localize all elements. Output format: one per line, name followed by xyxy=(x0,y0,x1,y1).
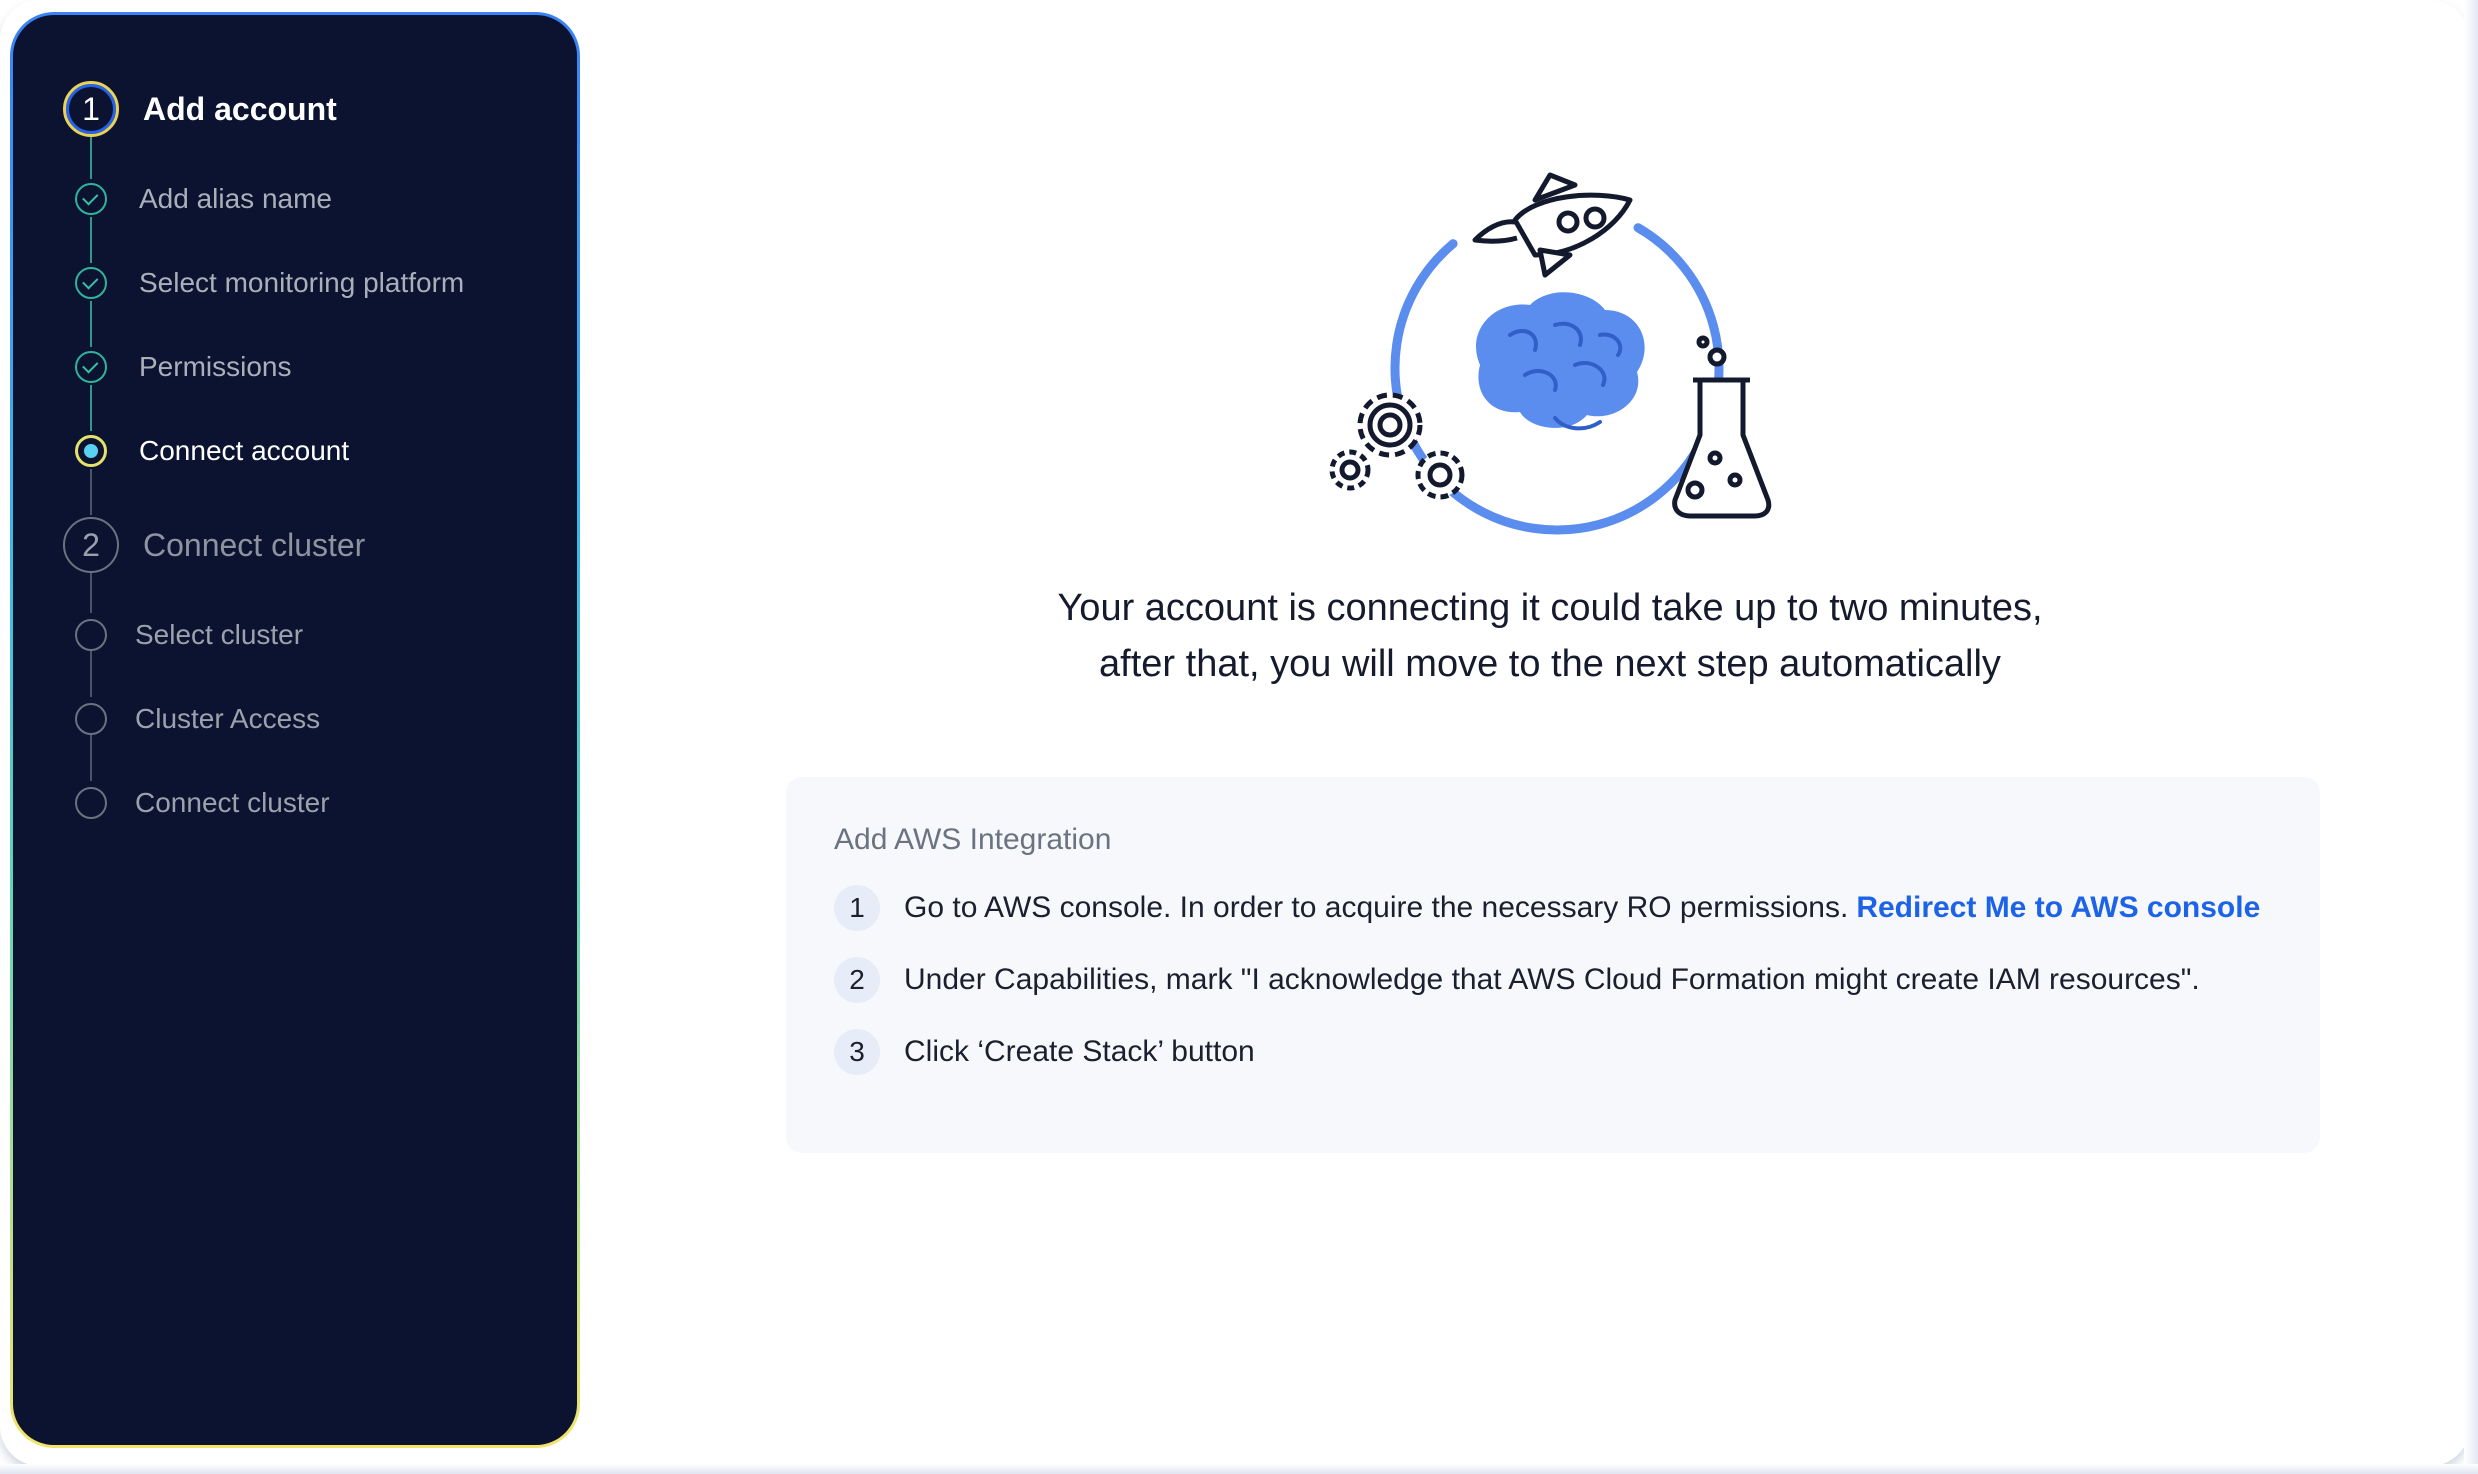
aws-integration-card: Add AWS Integration 1 Go to AWS console.… xyxy=(786,777,2320,1153)
connector-line xyxy=(90,571,92,613)
pending-step-icon xyxy=(75,619,107,651)
step-2-indicator: 2 xyxy=(63,517,119,573)
check-icon xyxy=(75,267,107,299)
step-number-badge: 1 xyxy=(834,885,880,931)
check-icon xyxy=(75,351,107,383)
step-number-badge: 2 xyxy=(834,957,880,1003)
stepper-sidebar: 1 Add account Add alias name Select moni… xyxy=(10,12,580,1448)
substep-cluster-access[interactable]: Cluster Access xyxy=(135,703,320,735)
connecting-message: Your account is connecting it could take… xyxy=(900,580,2200,692)
stepper-panel: 1 Add account Add alias name Select moni… xyxy=(13,15,577,1445)
window-edge xyxy=(2464,0,2478,1474)
substep-connect-cluster[interactable]: Connect cluster xyxy=(135,787,330,819)
message-line-1: Your account is connecting it could take… xyxy=(1057,587,2043,629)
connector-line xyxy=(90,137,92,179)
substep-select-monitoring-platform[interactable]: Select monitoring platform xyxy=(139,267,464,299)
redirect-aws-console-link[interactable]: Redirect Me to AWS console xyxy=(1856,891,2260,925)
instruction-text: Under Capabilities, mark "I acknowledge … xyxy=(904,963,2200,996)
current-step-icon xyxy=(75,435,107,467)
window-edge-bottom xyxy=(0,1464,2478,1474)
message-line-2: after that, you will move to the next st… xyxy=(1099,643,2001,685)
step-number-badge: 3 xyxy=(834,1029,880,1075)
substep-connect-account[interactable]: Connect account xyxy=(139,435,349,467)
instruction-text: Click ‘Create Stack’ button xyxy=(904,1035,1255,1068)
card-title: Add AWS Integration xyxy=(834,823,1112,856)
rocket-icon xyxy=(1472,172,1633,278)
pending-step-icon xyxy=(75,703,107,735)
connector-line xyxy=(90,385,92,431)
connector-line xyxy=(90,651,92,697)
substep-select-cluster[interactable]: Select cluster xyxy=(135,619,303,651)
brain-icon xyxy=(1476,292,1645,431)
connector-line xyxy=(90,217,92,263)
step-1-title[interactable]: Add account xyxy=(143,91,337,128)
step-number: 2 xyxy=(82,526,100,563)
substep-permissions[interactable]: Permissions xyxy=(139,351,291,383)
flask-icon xyxy=(1672,335,1772,519)
step-number: 1 xyxy=(82,90,100,127)
connector-line xyxy=(90,469,92,515)
instruction-item: 3 Click ‘Create Stack’ button xyxy=(834,1027,2272,1077)
check-icon xyxy=(75,183,107,215)
connector-line xyxy=(90,301,92,347)
instruction-item: 1 Go to AWS console. In order to acquire… xyxy=(834,883,2272,933)
substep-add-alias-name[interactable]: Add alias name xyxy=(139,183,332,215)
pending-step-icon xyxy=(75,787,107,819)
step-2-title[interactable]: Connect cluster xyxy=(143,527,365,564)
instruction-item: 2 Under Capabilities, mark "I acknowledg… xyxy=(834,955,2272,1005)
instruction-text: Go to AWS console. In order to acquire t… xyxy=(904,891,1849,924)
connector-line xyxy=(90,735,92,781)
step-1-indicator: 1 xyxy=(63,81,119,137)
gear-icon xyxy=(1329,392,1465,500)
connecting-illustration xyxy=(1329,172,1772,535)
